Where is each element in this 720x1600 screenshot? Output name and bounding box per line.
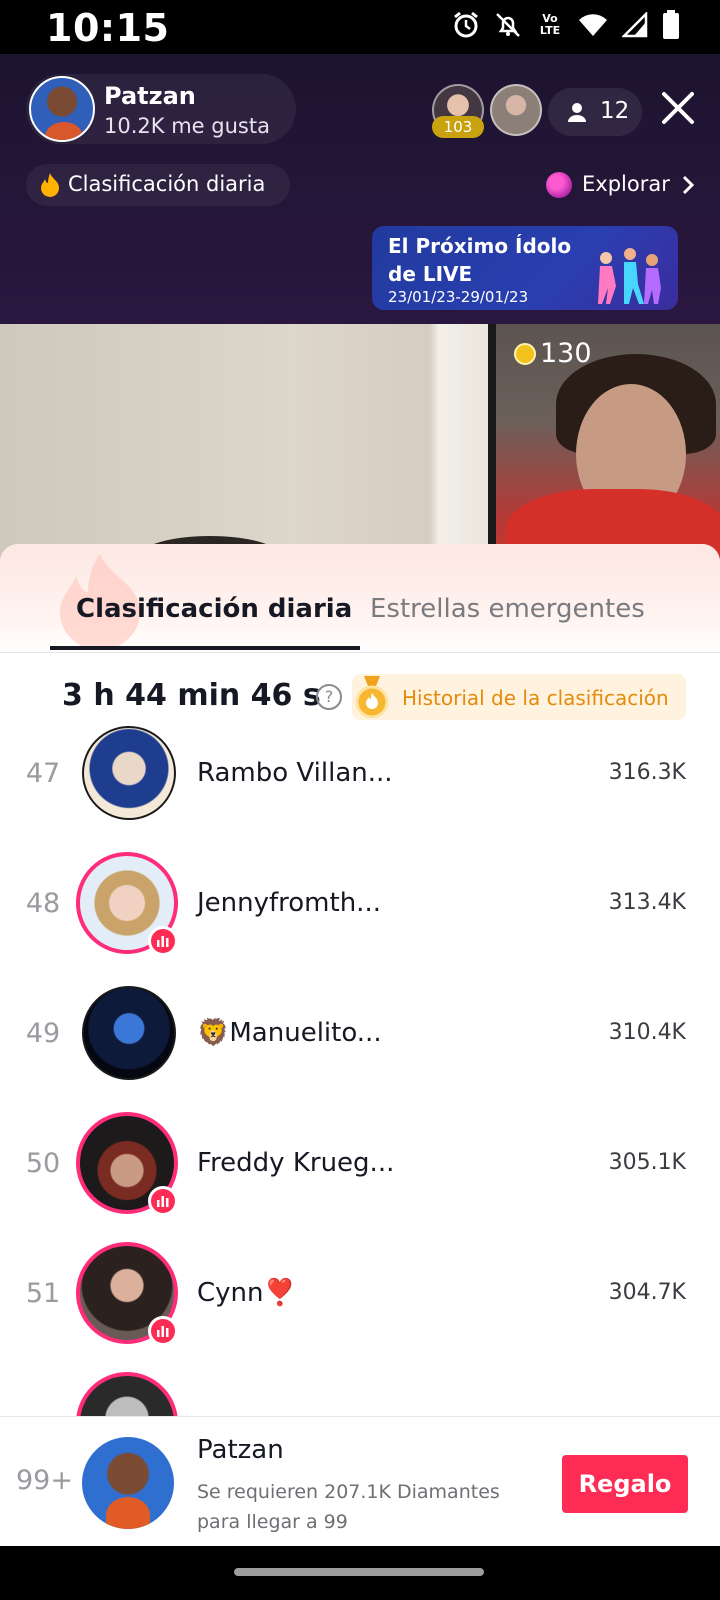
- my-name: Patzan: [197, 1435, 284, 1465]
- user-avatar[interactable]: [82, 726, 176, 820]
- tab-daily-ranking[interactable]: Clasificación diaria: [76, 594, 352, 624]
- my-avatar[interactable]: [82, 1437, 174, 1529]
- user-score: 304.7K: [608, 1280, 686, 1305]
- dancers-illustration: [598, 248, 661, 304]
- rank-number: 51: [25, 1278, 61, 1309]
- home-gesture-handle[interactable]: [234, 1568, 484, 1576]
- host-likes: 10.2K me gusta: [104, 114, 270, 138]
- rank-number: 48: [25, 888, 61, 919]
- host-video[interactable]: [0, 324, 488, 576]
- viewer-count: 12: [600, 98, 630, 124]
- ranking-row[interactable]: 51 Cynn❣️ 304.7K: [0, 1228, 720, 1358]
- user-name: Cynn❣️: [197, 1278, 296, 1308]
- banner-dates: 23/01/23-29/01/23: [388, 288, 529, 306]
- user-avatar[interactable]: [82, 986, 176, 1080]
- explore-button[interactable]: Explorar: [540, 164, 710, 206]
- guest-coins: 130: [514, 338, 592, 369]
- tab-underline: [50, 646, 360, 650]
- rank-number: 50: [25, 1148, 61, 1179]
- diamond-requirement-target: para llegar a 99: [197, 1511, 348, 1533]
- bell-off-icon: [496, 13, 520, 37]
- user-name: Jennyfromth...: [197, 888, 381, 918]
- live-badge-icon: [148, 1186, 178, 1216]
- alarm-icon: [454, 11, 478, 38]
- my-rank: 99+: [16, 1465, 73, 1496]
- ranking-history-label: Historial de la clasificación: [402, 686, 669, 710]
- live-video: [0, 324, 720, 576]
- coin-count: 130: [540, 338, 592, 369]
- status-icons: Vo LTE: [452, 10, 680, 40]
- user-score: 313.4K: [608, 890, 686, 915]
- live-badge-icon: [148, 1316, 178, 1346]
- live-badge-icon: [148, 926, 178, 956]
- system-nav-bar: [0, 1546, 720, 1600]
- help-icon[interactable]: ?: [316, 684, 342, 710]
- ranking-row[interactable]: 49 🦁Manuelito... 310.4K: [0, 968, 720, 1098]
- host-avatar[interactable]: [29, 76, 95, 142]
- wifi-icon: [579, 14, 607, 36]
- status-bar: 10:15 Vo LTE: [0, 0, 720, 54]
- person-icon: [568, 103, 586, 122]
- live-header: Patzan 10.2K me gusta 103 12 Clasificaci…: [0, 54, 720, 324]
- user-name: Rambo Villan...: [197, 758, 393, 788]
- host-name: Patzan: [104, 82, 196, 110]
- live-idol-banner[interactable]: El Próximo Ídolo de LIVE 23/01/23-29/01/…: [372, 226, 678, 310]
- tab-divider: [0, 652, 720, 653]
- daily-ranking-pill[interactable]: Clasificación diaria: [26, 164, 290, 206]
- viewer-count-button[interactable]: 12: [548, 88, 642, 136]
- ranking-row[interactable]: 50 Freddy Krueg... 305.1K: [0, 1098, 720, 1228]
- gift-button[interactable]: Regalo: [562, 1455, 688, 1513]
- my-ranking-footer: 99+ Patzan Se requieren 207.1K Diamantes…: [0, 1416, 720, 1546]
- rank-number: 47: [25, 758, 61, 789]
- user-score: 316.3K: [608, 760, 686, 785]
- diamond-requirement: Se requieren 207.1K Diamantes: [197, 1481, 500, 1503]
- ranking-row[interactable]: 47 Rambo Villan... 316.3K: [0, 708, 720, 838]
- explore-gem-icon: [546, 172, 572, 198]
- close-icon[interactable]: [656, 86, 700, 130]
- battery-icon: [663, 10, 679, 39]
- signal-icon: [622, 12, 648, 38]
- volte-icon: Vo LTE: [539, 12, 561, 37]
- host-profile[interactable]: Patzan 10.2K me gusta: [26, 74, 296, 144]
- coin-icon: [514, 342, 536, 365]
- ranking-row[interactable]: 48 Jennyfromth... 313.4K: [0, 838, 720, 968]
- explore-label: Explorar: [582, 172, 670, 196]
- user-score: 305.1K: [608, 1150, 686, 1175]
- clock: 10:15: [46, 6, 170, 50]
- user-name: 🦁Manuelito...: [197, 1018, 382, 1048]
- top-viewer-badge: 103: [432, 116, 484, 138]
- ranking-sheet: Clasificación diaria Estrellas emergente…: [0, 544, 720, 1544]
- rank-number: 49: [25, 1018, 61, 1049]
- flame-icon: [41, 173, 59, 197]
- chevron-right-icon: [682, 175, 695, 195]
- tab-rising-stars[interactable]: Estrellas emergentes: [370, 594, 645, 624]
- user-name: Freddy Krueg...: [197, 1148, 395, 1178]
- banner-title-line1: El Próximo Ídolo: [388, 234, 572, 258]
- daily-ranking-label: Clasificación diaria: [68, 172, 266, 196]
- banner-title-line2: de LIVE: [388, 262, 473, 286]
- top-viewer-avatar[interactable]: [490, 84, 542, 136]
- user-score: 310.4K: [608, 1020, 686, 1045]
